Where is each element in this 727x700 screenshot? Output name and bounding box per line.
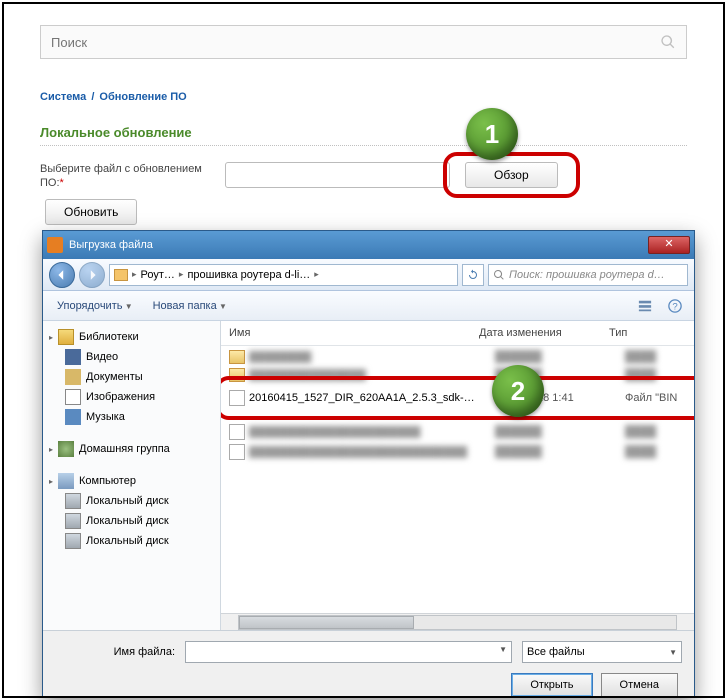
filetype-select[interactable]: Все файлы (522, 641, 682, 663)
close-button[interactable]: ✕ (648, 236, 690, 254)
callout-2: 2 (492, 365, 544, 417)
file-type: ████ (625, 446, 686, 458)
file-list[interactable]: ████████████████████████████████████████… (221, 346, 694, 613)
dialog-search-input[interactable]: Поиск: прошивка роутера d… (488, 264, 688, 286)
file-row[interactable]: ████████████████████████████████ (221, 422, 694, 442)
file-dialog: Выгрузка файла ✕ ▸ Роут… ▸ прошивка роут… (42, 230, 695, 698)
folder-icon (229, 368, 245, 382)
video-icon (65, 349, 81, 365)
file-icon (229, 424, 245, 440)
breadcrumb-sep: / (91, 91, 94, 103)
folder-icon (229, 350, 245, 364)
col-date[interactable]: Дата изменения (479, 327, 609, 339)
section-title: Локальное обновление (40, 125, 687, 146)
address-bar[interactable]: ▸ Роут… ▸ прошивка роутера d-li… ▸ (109, 264, 458, 286)
sidebar-homegroup[interactable]: ▸Домашняя группа (43, 439, 220, 459)
file-row[interactable]: ██████████████████ (221, 348, 694, 366)
scroll-thumb[interactable] (239, 616, 414, 629)
organize-menu[interactable]: Упорядочить (51, 298, 139, 314)
help-button[interactable]: ? (664, 295, 686, 317)
path-seg-2[interactable]: прошивка роутера d-li… (187, 269, 310, 281)
file-list-pane: Имя Дата изменения Тип █████████████████… (221, 321, 694, 630)
dialog-navbar: ▸ Роут… ▸ прошивка роутера d-li… ▸ Поиск… (43, 259, 694, 291)
file-row[interactable]: 20160415_1527_DIR_620AA1A_2.5.3_sdk-…08.… (221, 384, 694, 412)
file-name: ███████████████ (249, 369, 495, 381)
file-date: ██████ (495, 446, 625, 458)
sidebar-drive-1[interactable]: Локальный диск (43, 491, 220, 511)
nav-forward-button[interactable] (79, 262, 105, 288)
images-icon (65, 389, 81, 405)
file-icon (229, 390, 245, 406)
search-icon (660, 34, 676, 50)
dialog-titlebar[interactable]: Выгрузка файла ✕ (43, 231, 694, 259)
file-path-input[interactable] (225, 162, 450, 188)
file-row[interactable]: █████████████████████████ (221, 366, 694, 384)
file-type: ████ (625, 351, 686, 363)
breadcrumb: Система / Обновление ПО (40, 84, 687, 105)
dialog-toolbar: Упорядочить Новая папка ? (43, 291, 694, 321)
computer-icon (58, 473, 74, 489)
sidebar-computer[interactable]: ▸Компьютер (43, 471, 220, 491)
file-name: ████████████████████████████ (249, 446, 495, 458)
filename-input[interactable]: ▼ (185, 641, 512, 663)
sidebar-images[interactable]: Изображения (43, 387, 220, 407)
browse-button[interactable]: Обзор (465, 162, 558, 188)
sidebar-documents[interactable]: Документы (43, 367, 220, 387)
sidebar-music[interactable]: Музыка (43, 407, 220, 427)
sidebar-video[interactable]: Видео (43, 347, 220, 367)
nav-back-button[interactable] (49, 262, 75, 288)
dialog-footer: Имя файла: ▼ Все файлы Открыть Отмена (43, 630, 694, 697)
search-bar[interactable] (40, 25, 687, 59)
file-row[interactable]: ██████████████████████████████████████ (221, 442, 694, 462)
sidebar-drive-3[interactable]: Локальный диск (43, 531, 220, 551)
homegroup-icon (58, 441, 74, 457)
column-headers[interactable]: Имя Дата изменения Тип (221, 321, 694, 346)
path-seg-1[interactable]: Роут… (141, 269, 175, 281)
file-date: ██████ (495, 351, 625, 363)
search-input[interactable] (51, 35, 660, 50)
chevron-right-icon: ▸ (314, 269, 319, 280)
file-type: ████ (625, 369, 686, 381)
chevron-right-icon: ▸ (179, 269, 184, 280)
filename-label: Имя файла: (55, 646, 175, 658)
new-folder-button[interactable]: Новая папка (147, 298, 233, 314)
callout-1: 1 (466, 108, 518, 160)
file-name: 20160415_1527_DIR_620AA1A_2.5.3_sdk-… (249, 392, 495, 404)
file-name: ██████████████████████ (249, 426, 495, 438)
sidebar-drive-2[interactable]: Локальный диск (43, 511, 220, 531)
breadcrumb-a[interactable]: Система (40, 91, 86, 103)
open-button[interactable]: Открыть (511, 673, 592, 697)
file-name: ████████ (249, 351, 495, 363)
dialog-title: Выгрузка файла (69, 239, 648, 251)
breadcrumb-b[interactable]: Обновление ПО (99, 91, 186, 103)
sidebar-libraries[interactable]: ▸Библиотеки (43, 327, 220, 347)
file-date: ██████ (495, 426, 625, 438)
drive-icon (65, 513, 81, 529)
drive-icon (65, 493, 81, 509)
file-field-label: Выберите файл с обновлением ПО:* (40, 161, 210, 189)
file-type: Файл "BIN (625, 392, 686, 404)
chevron-right-icon: ▸ (132, 269, 137, 280)
scrollbar-h[interactable] (221, 613, 694, 630)
libraries-icon (58, 329, 74, 345)
firefox-icon (47, 237, 63, 253)
update-button[interactable]: Обновить (45, 199, 137, 225)
drive-icon (65, 533, 81, 549)
dialog-sidebar: ▸Библиотеки Видео Документы Изображения … (43, 321, 221, 630)
file-type: ████ (625, 426, 686, 438)
refresh-button[interactable] (462, 264, 484, 286)
col-name[interactable]: Имя (229, 327, 479, 339)
view-button[interactable] (634, 295, 656, 317)
svg-text:?: ? (672, 301, 677, 312)
file-icon (229, 444, 245, 460)
folder-icon (114, 269, 128, 281)
cancel-button[interactable]: Отмена (601, 673, 678, 697)
music-icon (65, 409, 81, 425)
col-type[interactable]: Тип (609, 327, 686, 339)
documents-icon (65, 369, 81, 385)
